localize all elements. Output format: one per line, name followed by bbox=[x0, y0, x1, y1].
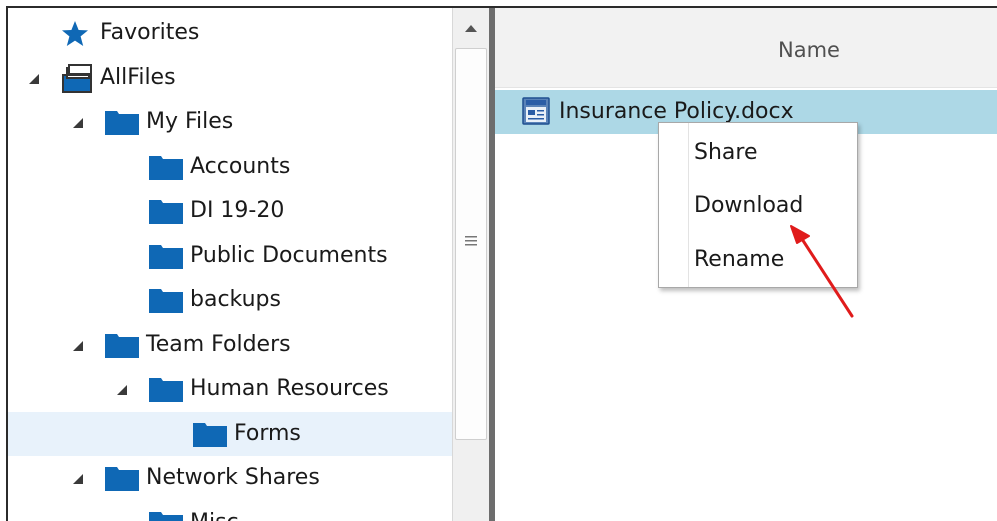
tree-item-accounts[interactable]: Accounts bbox=[8, 145, 452, 189]
tree-item-label: AllFiles bbox=[100, 64, 176, 90]
tree-item-team-folders[interactable]: Team Folders bbox=[8, 323, 452, 367]
tree-scrollbar[interactable] bbox=[452, 8, 490, 521]
folder-icon bbox=[148, 242, 184, 274]
folder-icon bbox=[192, 420, 228, 452]
column-header[interactable]: Name bbox=[495, 8, 997, 88]
tree-item-network-shares[interactable]: Network Shares bbox=[8, 456, 452, 500]
menu-item-label: Rename bbox=[694, 247, 785, 272]
collapse-toggle-icon[interactable] bbox=[72, 473, 84, 485]
collapse-toggle-icon[interactable] bbox=[116, 384, 128, 396]
menu-item-rename[interactable]: Rename bbox=[660, 238, 856, 284]
tree-item-label: backups bbox=[190, 287, 281, 312]
folder-icon bbox=[148, 509, 184, 521]
tree-item-label: Human Resources bbox=[190, 376, 389, 401]
context-menu: Share Download Rename bbox=[658, 122, 858, 288]
folder-icon bbox=[148, 286, 184, 318]
folder-icon bbox=[148, 375, 184, 407]
tree-item-favorites[interactable]: Favorites bbox=[8, 11, 452, 55]
tree-item-misc[interactable]: Misc bbox=[8, 501, 452, 521]
all-files-icon bbox=[60, 63, 94, 98]
folder-tree: Favorites AllFiles My Files Accounts DI 19-2… bbox=[8, 8, 452, 521]
scrollbar-thumb[interactable] bbox=[455, 48, 487, 440]
folder-icon bbox=[148, 153, 184, 185]
scroll-up-button[interactable] bbox=[456, 12, 486, 46]
tree-item-backups[interactable]: backups bbox=[8, 278, 452, 322]
tree-item-label: Misc bbox=[190, 510, 239, 521]
tree-item-my-files[interactable]: My Files bbox=[8, 100, 452, 144]
tree-item-human-resources[interactable]: Human Resources bbox=[8, 367, 452, 411]
tree-item-label: Team Folders bbox=[146, 331, 291, 357]
tree-item-label: Forms bbox=[234, 420, 301, 446]
grip-icon bbox=[465, 236, 477, 246]
collapse-toggle-icon[interactable] bbox=[72, 117, 84, 129]
star-icon bbox=[60, 19, 90, 53]
tree-item-label: Accounts bbox=[190, 153, 291, 179]
tree-item-public-documents[interactable]: Public Documents bbox=[8, 234, 452, 278]
tree-item-label: DI 19-20 bbox=[190, 198, 285, 223]
word-document-icon bbox=[521, 96, 551, 130]
folder-icon bbox=[104, 108, 140, 140]
collapse-toggle-icon[interactable] bbox=[72, 340, 84, 352]
menu-item-download[interactable]: Download bbox=[660, 184, 856, 230]
menu-item-share[interactable]: Share bbox=[660, 131, 856, 177]
menu-item-label: Download bbox=[694, 193, 804, 218]
tree-item-label: My Files bbox=[146, 109, 234, 134]
tree-item-di-19-20[interactable]: DI 19-20 bbox=[8, 189, 452, 233]
tree-item-label: Network Shares bbox=[146, 465, 320, 490]
folder-icon bbox=[148, 197, 184, 229]
folder-icon bbox=[104, 464, 140, 496]
menu-item-label: Share bbox=[694, 140, 758, 165]
file-manager-window: Favorites AllFiles My Files Accounts DI 19-2… bbox=[0, 0, 997, 521]
collapse-toggle-icon[interactable] bbox=[28, 73, 40, 85]
tree-item-allfiles[interactable]: AllFiles bbox=[8, 56, 452, 100]
tree-item-label: Favorites bbox=[100, 20, 200, 45]
name-column-header[interactable]: Name bbox=[778, 38, 840, 62]
tree-item-label: Public Documents bbox=[190, 242, 388, 268]
tree-item-forms[interactable]: Forms bbox=[8, 411, 452, 456]
folder-icon bbox=[104, 331, 140, 363]
